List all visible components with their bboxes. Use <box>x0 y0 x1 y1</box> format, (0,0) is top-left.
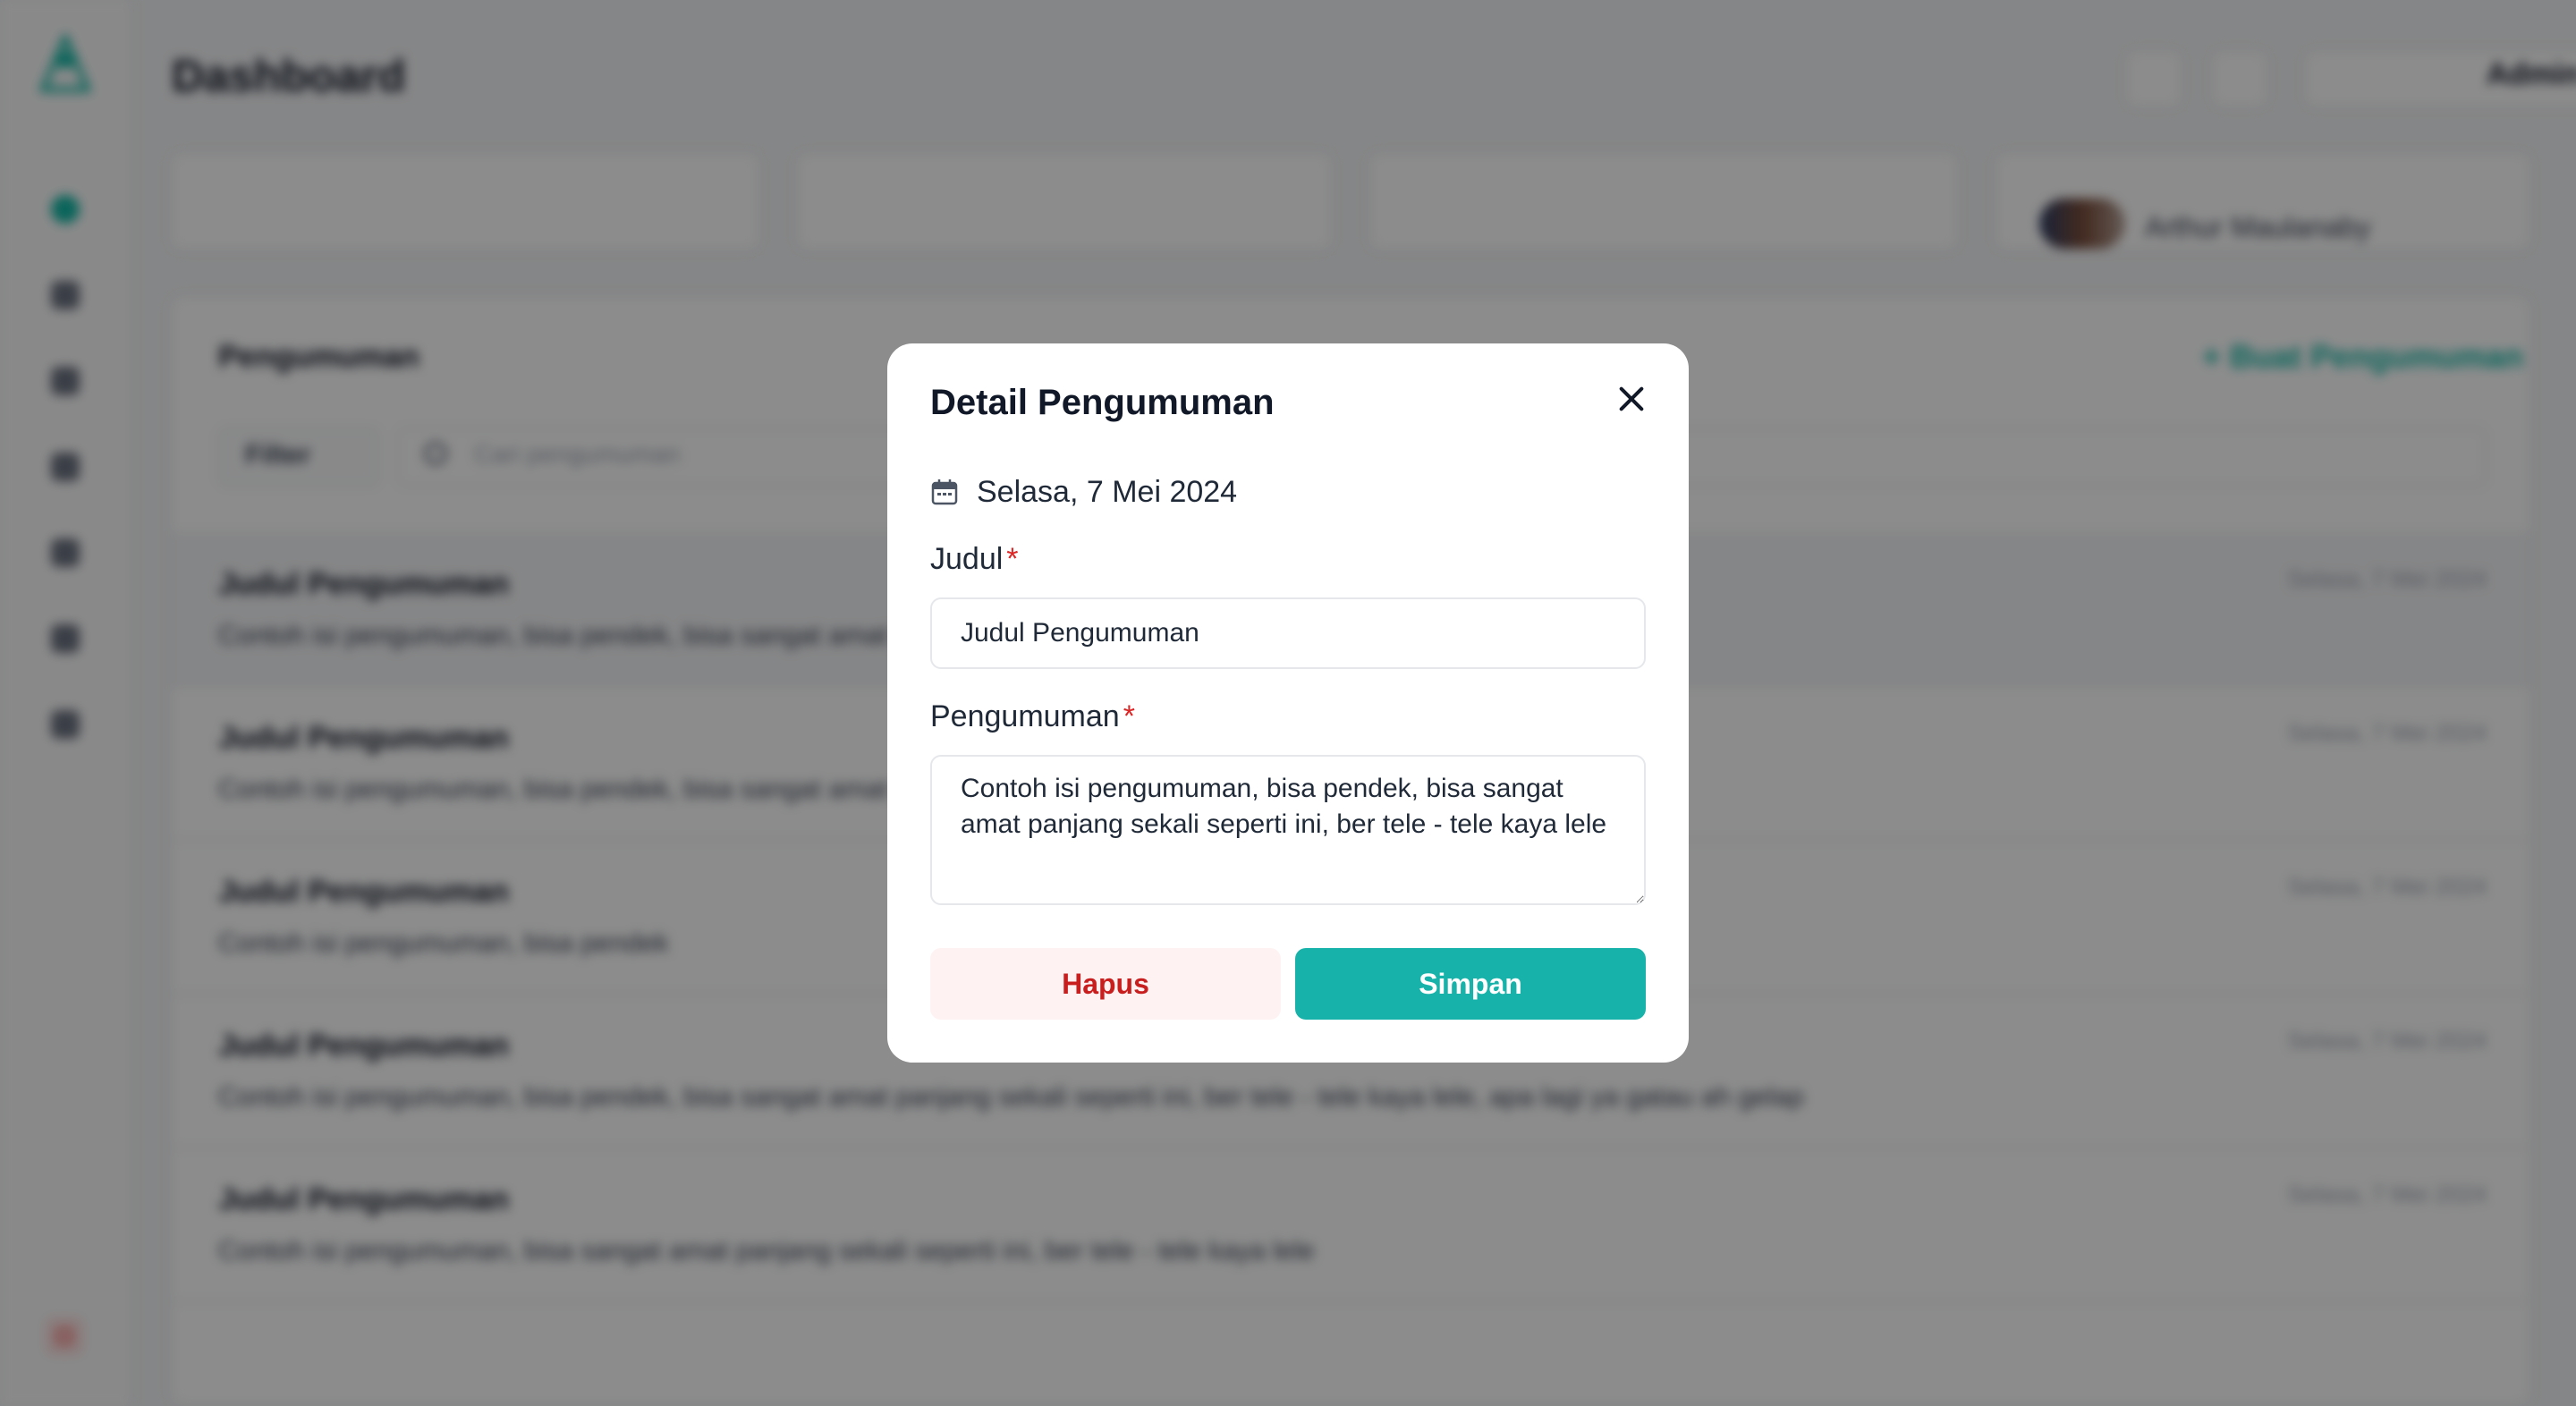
delete-button[interactable]: Hapus <box>930 948 1281 1020</box>
save-button[interactable]: Simpan <box>1295 948 1646 1020</box>
judul-field[interactable] <box>930 597 1646 669</box>
date-row: Selasa, 7 Mei 2024 <box>930 470 1237 513</box>
announcement-date: Selasa, 7 Mei 2024 <box>977 474 1238 509</box>
announcement-detail-modal: Detail Pengumuman Selasa, 7 Mei 2024 Jud… <box>887 343 1689 1063</box>
pengumuman-label: Pengumuman * <box>930 699 1135 734</box>
calendar-icon <box>931 479 958 505</box>
required-mark: * <box>1006 542 1019 576</box>
judul-label-text: Judul <box>930 542 1004 576</box>
modal-title: Detail Pengumuman <box>930 383 1275 422</box>
judul-label: Judul * <box>930 542 1019 577</box>
pengumuman-label-text: Pengumuman <box>930 699 1120 733</box>
pengumuman-field[interactable]: Contoh isi pengumuman, bisa pendek, bisa… <box>930 755 1646 905</box>
close-icon[interactable] <box>1610 377 1653 420</box>
required-mark: * <box>1123 699 1135 733</box>
